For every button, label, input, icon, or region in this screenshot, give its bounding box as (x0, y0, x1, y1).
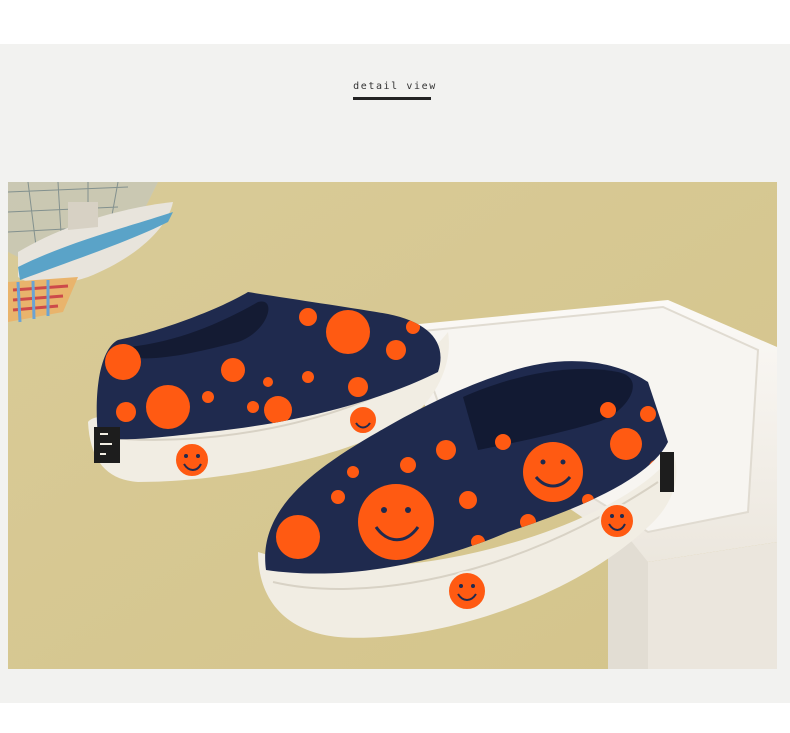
title-underline (353, 97, 431, 100)
product-photo-illustration (8, 182, 777, 669)
product-photo (8, 182, 777, 669)
detail-page: detail view (0, 0, 790, 733)
section-title: detail view (353, 81, 437, 92)
section-heading: detail view (0, 76, 790, 94)
